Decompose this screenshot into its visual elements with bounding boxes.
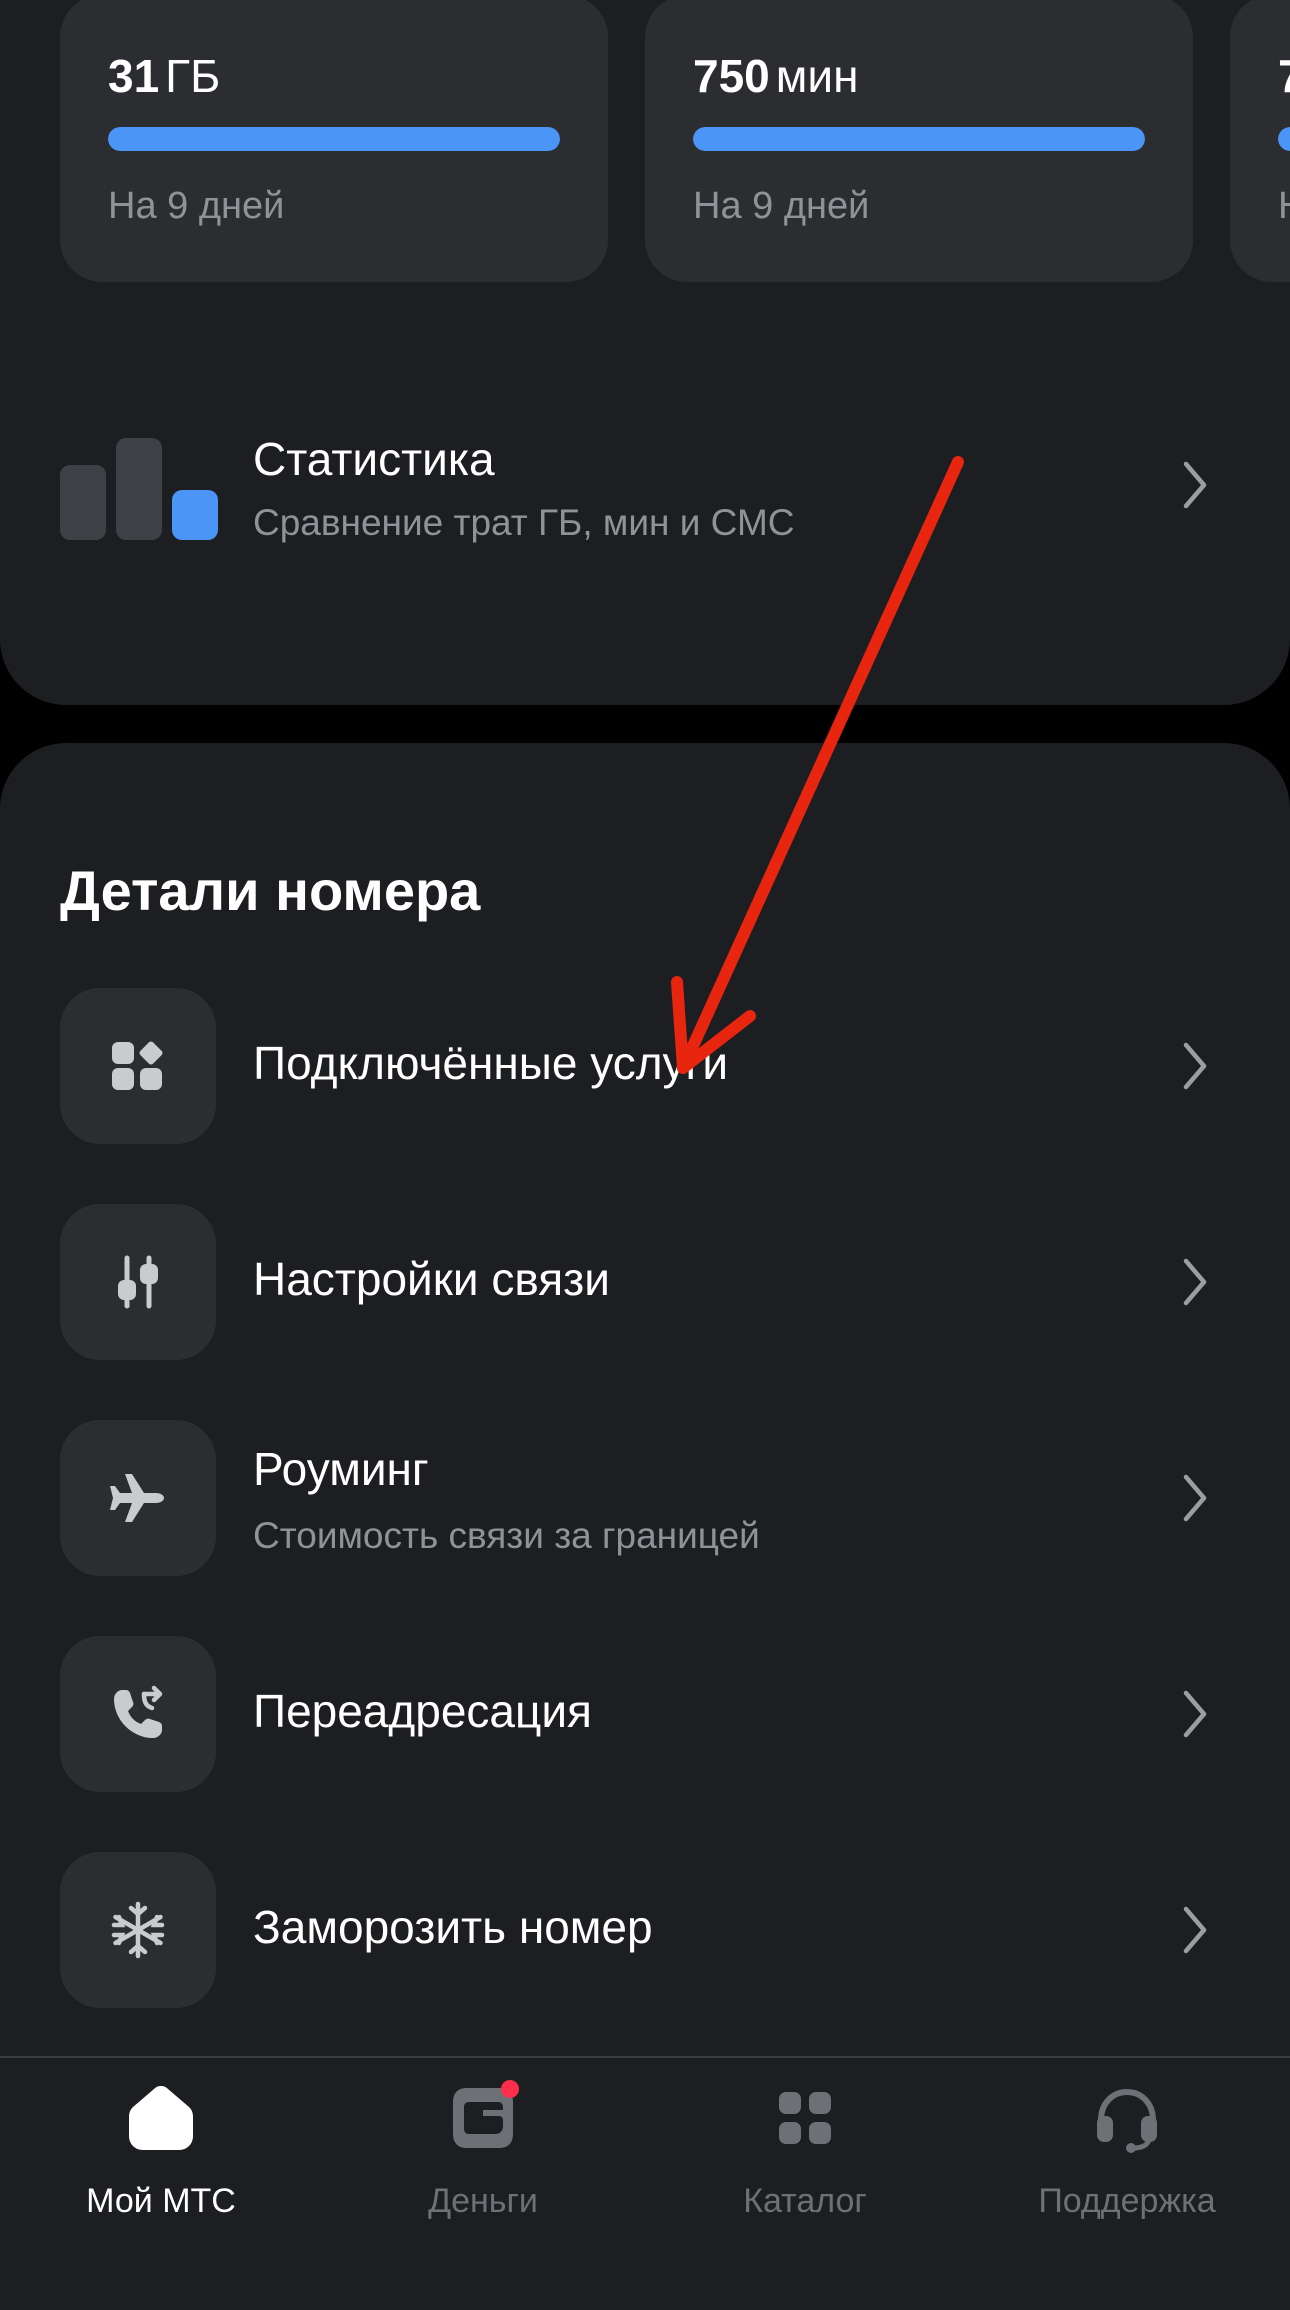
menu-item-connected-services[interactable]: Подключённые услуги: [0, 988, 1290, 1144]
balance-period: На 9 дней: [108, 185, 285, 227]
bar-chart-icon: [60, 430, 218, 540]
chevron-right-icon: [1180, 1257, 1210, 1307]
tab-my-mts[interactable]: Мой МТС: [0, 2058, 322, 2310]
balance-cards-row[interactable]: 31ГБ На 9 дней 750мин На 9 дней 7: [0, 0, 1290, 282]
chevron-right-icon: [1180, 1041, 1210, 1091]
balance-progress-bar: [693, 127, 1145, 151]
chevron-right-icon: [1180, 1905, 1210, 1955]
balance-progress-bar: [108, 127, 560, 151]
balance-amount: 750 мин: [693, 53, 858, 99]
wallet-icon: [445, 2080, 521, 2156]
app-screen: 31ГБ На 9 дней 750мин На 9 дней 7: [0, 0, 1290, 2310]
balance-period: На 9 дней: [693, 185, 870, 227]
home-icon: [123, 2080, 199, 2156]
chevron-right-icon: [1180, 1689, 1210, 1739]
notification-badge: [501, 2080, 519, 2098]
menu-item-call-forwarding[interactable]: Переадресация: [0, 1636, 1290, 1792]
statistics-title: Статистика: [253, 433, 495, 485]
menu-item-label: Переадресация: [253, 1685, 592, 1737]
balance-amount: 31 ГБ: [108, 53, 220, 99]
menu-item-label: Подключённые услуги: [253, 1037, 729, 1089]
balance-progress-bar: [1278, 127, 1290, 151]
services-grid-icon: [60, 988, 216, 1144]
menu-item-freeze-number[interactable]: Заморозить номер: [0, 1852, 1290, 2008]
balance-progress-fill: [108, 127, 560, 151]
menu-item-connection-settings[interactable]: Настройки связи: [0, 1204, 1290, 1360]
tab-label: Деньги: [428, 2182, 538, 2220]
balance-card-internet[interactable]: 31 ГБ На 9 дней: [60, 0, 608, 282]
balance-panel: 31ГБ На 9 дней 750мин На 9 дней 7: [0, 0, 1290, 705]
tab-label: Поддержка: [1038, 2182, 1216, 2220]
tab-catalog[interactable]: Каталог: [644, 2058, 966, 2310]
balance-amount-unit: мин: [775, 50, 859, 102]
phone-forward-icon: [60, 1636, 216, 1792]
menu-item-label: Заморозить номер: [253, 1901, 653, 1953]
tab-label: Мой МТС: [86, 2182, 236, 2220]
balance-amount-unit: ГБ: [165, 50, 221, 102]
balance-progress-fill: [1278, 127, 1290, 151]
airplane-icon: [60, 1420, 216, 1576]
balance-period: Н: [1278, 185, 1290, 228]
statistics-subtitle: Сравнение трат ГБ, мин и СМС: [253, 502, 795, 543]
balance-progress-fill: [693, 127, 1145, 151]
number-details-panel: Детали номера Подключённые услуги Настро…: [0, 743, 1290, 2143]
tab-money[interactable]: Деньги: [322, 2058, 644, 2310]
bottom-tab-bar: Мой МТС Деньги Каталог Поддержка: [0, 2056, 1290, 2310]
tab-support[interactable]: Поддержка: [966, 2058, 1288, 2310]
balance-amount-value: 7: [1278, 50, 1290, 102]
menu-item-label: Роуминг: [253, 1443, 429, 1495]
balance-card-minutes[interactable]: 750 мин На 9 дней: [645, 0, 1193, 282]
chevron-right-icon: [1180, 1473, 1210, 1523]
menu-item-label: Настройки связи: [253, 1253, 610, 1305]
catalog-grid-icon: [767, 2080, 843, 2156]
statistics-row[interactable]: Статистика Сравнение трат ГБ, мин и СМС: [0, 430, 1290, 580]
headset-icon: [1089, 2080, 1165, 2156]
menu-item-roaming[interactable]: Роуминг Стоимость связи за границей: [0, 1420, 1290, 1576]
section-title: Детали номера: [60, 859, 481, 922]
chevron-right-icon: [1180, 460, 1210, 510]
menu-item-subtitle: Стоимость связи за границей: [253, 1515, 760, 1556]
balance-card-sms[interactable]: 7 Н: [1230, 0, 1290, 282]
balance-amount-value: 750: [693, 50, 770, 102]
balance-amount-value: 31: [108, 50, 160, 102]
tab-label: Каталог: [743, 2182, 867, 2220]
snowflake-icon: [60, 1852, 216, 2008]
sliders-icon: [60, 1204, 216, 1360]
balance-amount: 7: [1278, 53, 1290, 99]
